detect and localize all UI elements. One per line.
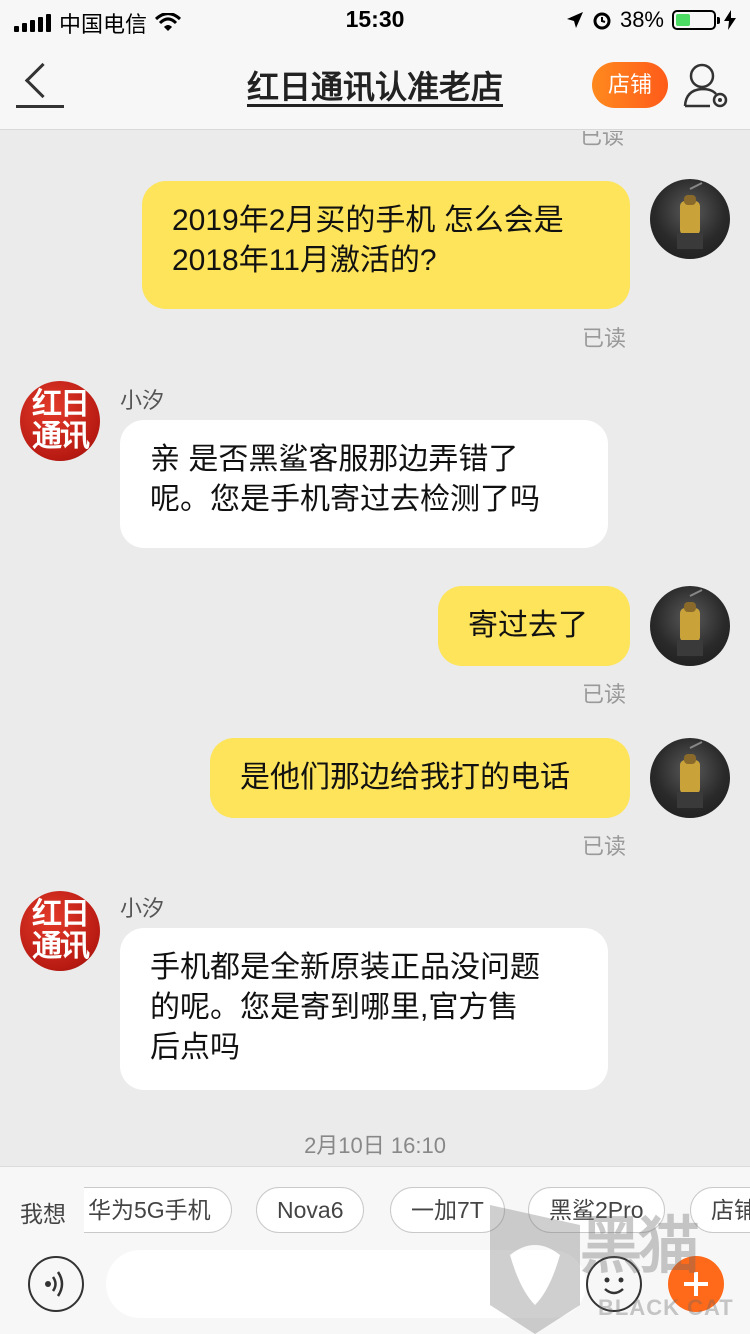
avatar-label: 红日通讯: [32, 388, 90, 453]
their-message-bubble[interactable]: 手机都是全新原装正品没问题 的呢。您是寄到哪里,官方售 后点吗: [120, 928, 608, 1090]
my-avatar[interactable]: [650, 586, 730, 666]
status-right: 38%: [566, 7, 736, 33]
chat-timestamp: 2月10日 16:10: [304, 1133, 446, 1158]
suggestion-chip[interactable]: 一加7T: [390, 1187, 505, 1233]
sender-name: 小汐: [120, 896, 165, 921]
avatar-label: 红日通讯: [32, 898, 90, 963]
plus-icon[interactable]: [668, 1256, 724, 1312]
battery-label: 38%: [619, 7, 664, 32]
message-line: 2018年11月激活的?: [172, 244, 437, 277]
message-line: 亲 是否黑鲨客服那边弄错了: [150, 443, 519, 476]
suggestion-chip[interactable]: 华为5G手机: [84, 1187, 232, 1233]
battery-icon: [672, 10, 720, 30]
page-title[interactable]: 红日通讯认准老店: [150, 62, 600, 108]
message-line: 后点吗: [150, 1031, 240, 1064]
user-settings-icon[interactable]: [682, 60, 732, 110]
status-bar: 中国电信 15:30 38%: [0, 0, 750, 40]
message-line: 呢。您是手机寄过去检测了吗: [150, 483, 540, 516]
suggestion-chip[interactable]: Nova6: [256, 1187, 365, 1233]
input-bar: [0, 1250, 750, 1334]
message-input[interactable]: [106, 1250, 586, 1318]
alarm-icon: [593, 12, 611, 30]
smiley-icon: [604, 1277, 624, 1295]
sender-name: 小汐: [120, 388, 165, 413]
my-avatar[interactable]: [650, 179, 730, 259]
voice-icon[interactable]: [28, 1256, 84, 1312]
nav-bar: 红日通讯认准老店 店铺: [0, 40, 750, 130]
shop-avatar[interactable]: 红日通讯: [20, 891, 100, 971]
read-status: 已读: [582, 682, 627, 707]
my-message-bubble[interactable]: 是他们那边给我打的电话: [210, 738, 630, 818]
shop-button[interactable]: 店铺: [592, 62, 668, 108]
chat-area[interactable]: 已读 2019年2月买的手机 怎么会是 2018年11月激活的? 已读 红日通讯…: [0, 131, 750, 1166]
avatar-image: [677, 741, 703, 808]
avatar-image: [677, 589, 703, 656]
voice-waves-icon: [45, 1271, 64, 1297]
read-status: 已读: [582, 834, 627, 859]
back-button[interactable]: [14, 56, 64, 110]
suggestion-bar: 我想 华为5G手机 Nova6 一加7T 黑鲨2Pro 店铺: [0, 1166, 750, 1250]
message-line: 寄过去了: [468, 609, 588, 642]
plus-glyph-icon: [684, 1272, 708, 1296]
location-arrow-icon: [566, 12, 583, 28]
suggestion-chip[interactable]: 黑鲨2Pro: [528, 1187, 665, 1233]
my-message-bubble[interactable]: 寄过去了: [438, 586, 630, 666]
message-line: 手机都是全新原装正品没问题: [150, 951, 540, 984]
message-line: 2019年2月买的手机 怎么会是: [172, 204, 564, 237]
my-message-bubble[interactable]: 2019年2月买的手机 怎么会是 2018年11月激活的?: [142, 181, 630, 309]
message-line: 的呢。您是寄到哪里,官方售: [150, 991, 519, 1024]
read-status: 已读: [580, 131, 625, 149]
suggestion-label: 我想: [20, 1201, 66, 1227]
message-line: 是他们那边给我打的电话: [240, 761, 570, 794]
avatar-image: [677, 182, 703, 249]
emoji-icon[interactable]: [586, 1256, 642, 1312]
their-message-bubble[interactable]: 亲 是否黑鲨客服那边弄错了 呢。您是手机寄过去检测了吗: [120, 420, 608, 548]
read-status: 已读: [582, 326, 627, 351]
shop-avatar[interactable]: 红日通讯: [20, 381, 100, 461]
my-avatar[interactable]: [650, 738, 730, 818]
suggestion-chip[interactable]: 店铺: [690, 1187, 750, 1233]
charging-icon: [724, 10, 736, 30]
